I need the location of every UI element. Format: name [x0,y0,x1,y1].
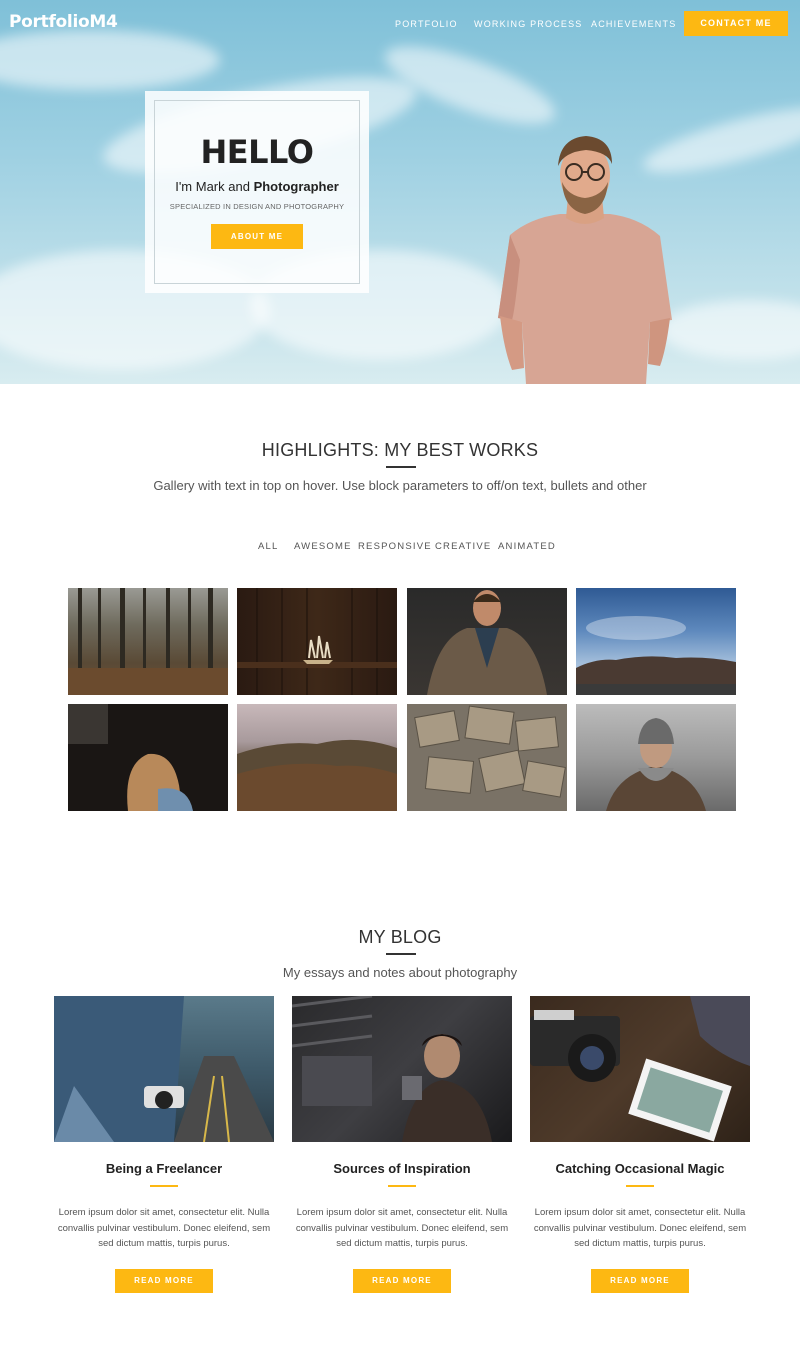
nav-link-working-process[interactable]: WORKING PROCESS [474,19,583,29]
hero-intro-text: I'm Mark and [175,179,250,194]
hero-role: Photographer [253,179,339,194]
nav-link-portfolio[interactable]: PORTFOLIO [395,19,458,29]
about-me-button[interactable]: ABOUT ME [211,224,303,249]
site-logo[interactable]: PortfolioM4 [9,12,118,32]
scattered-maps [414,705,566,798]
filter-awesome[interactable]: AWESOME [294,541,352,552]
gallery-image-ship[interactable] [237,588,397,695]
gallery-image-maps[interactable] [407,704,567,811]
hero-specialization: SPECIALIZED IN DESIGN AND PHOTOGRAPHY [169,202,345,211]
blog-post-excerpt: Lorem ipsum dolor sit amet, consectetur … [57,1207,271,1249]
gallery-image-sky[interactable] [576,588,736,695]
contact-me-button[interactable]: CONTACT ME [684,11,788,36]
blog-divider [386,953,416,955]
filter-responsive[interactable]: RESPONSIVE [358,541,432,552]
ship-shelf [237,588,397,695]
blog-post-excerpt: Lorem ipsum dolor sit amet, consectetur … [533,1207,747,1249]
woman-window [68,704,193,811]
top-navigation: PortfolioM4 PORTFOLIO WORKING PROCESS AC… [0,0,800,48]
gallery-image-woman-window[interactable] [68,704,228,811]
read-more-button-magic[interactable]: READ MORE [591,1269,689,1293]
freelancer-photo [54,996,274,1142]
filter-animated[interactable]: ANIMATED [498,541,556,552]
blog-post-divider [626,1185,654,1187]
cloud [660,300,800,360]
blog-image-magic[interactable] [530,996,750,1142]
sky-treeline [576,616,736,695]
gallery-image-hills[interactable] [237,704,397,811]
highlights-title: HIGHLIGHTS: MY BEST WORKS [261,440,539,460]
man-jacket [427,590,547,695]
gallery-image-forest[interactable] [68,588,228,695]
read-more-button-freelancer[interactable]: READ MORE [115,1269,213,1293]
highlights-subtitle: Gallery with text in top on hover. Use b… [153,478,647,493]
man-beanie [606,718,706,811]
magic-photo [530,996,750,1142]
blog-image-freelancer[interactable] [54,996,274,1142]
forest-trees [68,588,228,695]
blog-post-title-magic[interactable]: Catching Occasional Magic [530,1161,750,1176]
blog-post-divider [388,1185,416,1187]
filter-all[interactable]: ALL [258,541,279,552]
gallery-image-man-jacket[interactable] [407,588,567,695]
read-more-button-inspiration[interactable]: READ MORE [353,1269,451,1293]
blog-title: MY BLOG [358,927,442,947]
hero-section: PortfolioM4 PORTFOLIO WORKING PROCESS AC… [0,0,800,384]
blog-post-excerpt: Lorem ipsum dolor sit amet, consectetur … [295,1207,509,1249]
blog-subtitle: My essays and notes about photography [282,965,518,980]
rolling-hills [237,739,397,811]
highlights-divider [386,466,416,468]
blog-post-divider [150,1185,178,1187]
hello-card: HELLO I'm Mark and Photographer SPECIALI… [145,91,369,293]
blog-post-title-inspiration[interactable]: Sources of Inspiration [292,1161,512,1176]
filter-creative[interactable]: CREATIVE [435,541,491,552]
photographer-portrait [498,136,672,384]
inspiration-photo [292,996,492,1142]
blog-post-title-freelancer[interactable]: Being a Freelancer [54,1161,274,1176]
hero-title: HELLO [200,133,314,171]
gallery-image-beanie[interactable] [576,704,736,811]
blog-image-inspiration[interactable] [292,996,512,1142]
hero-intro: I'm Mark and Photographer [145,179,369,194]
nav-link-achievements[interactable]: ACHIEVEMENTS [591,19,676,29]
